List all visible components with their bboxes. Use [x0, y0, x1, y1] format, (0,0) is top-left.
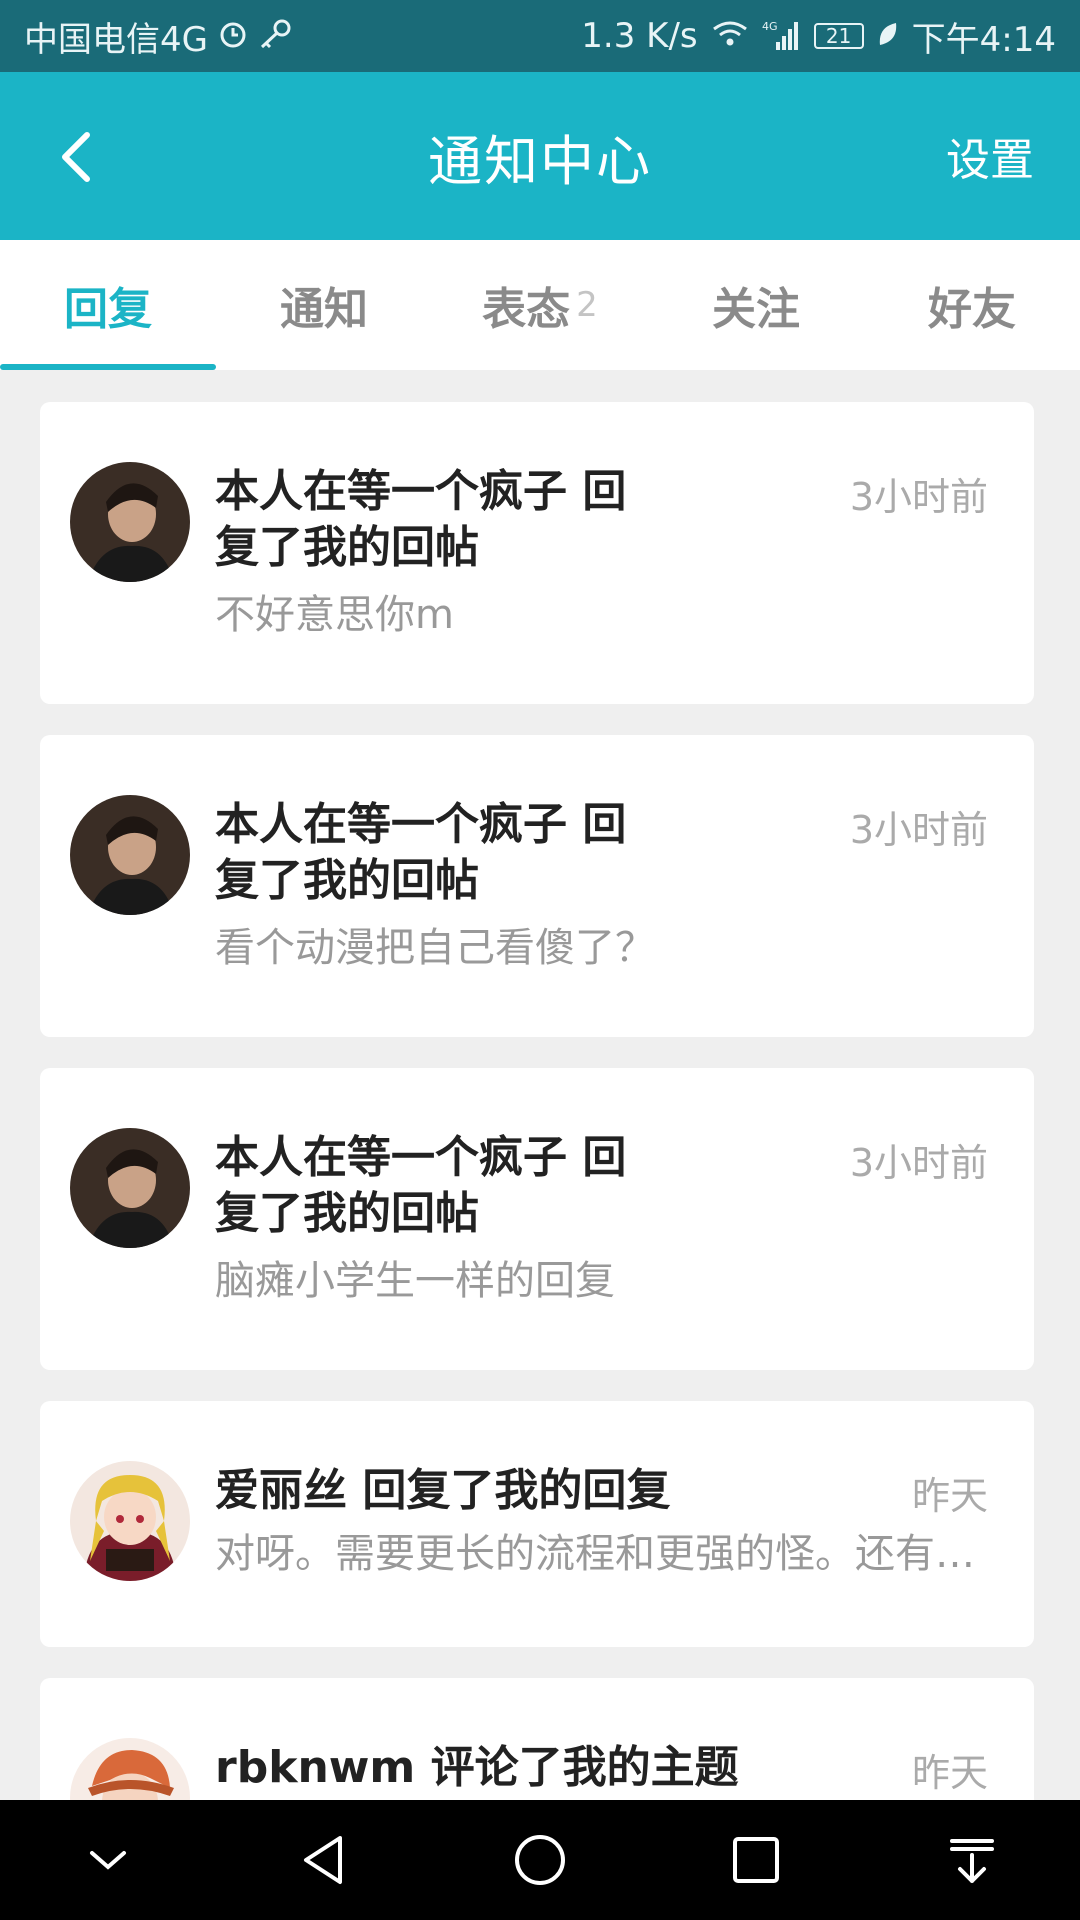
tab-bar: 回复 通知 表态 2 关注 好友 [0, 240, 1080, 370]
notification-title: 本人在等一个疯子 回复了我的回帖 [215, 799, 627, 906]
home-nav-button[interactable] [495, 1815, 585, 1905]
tab-label: 通知 [280, 284, 368, 335]
tab-friends[interactable]: 好友 [864, 240, 1080, 370]
collapse-nav-button[interactable] [63, 1815, 153, 1905]
notification-time: 昨天 [911, 1474, 988, 1518]
notification-shade-button[interactable] [927, 1815, 1017, 1905]
user-avatar[interactable] [70, 1128, 190, 1248]
circle-home-icon [515, 1835, 565, 1885]
back-nav-button[interactable] [279, 1815, 369, 1905]
tab-reactions[interactable]: 表态 2 [432, 240, 648, 370]
system-nav-bar [0, 1800, 1080, 1920]
tab-follows[interactable]: 关注 [648, 240, 864, 370]
alarm-icon [218, 19, 248, 54]
notification-card[interactable]: 本人在等一个疯子 回复了我的回帖 3小时前 不好意思你m [40, 402, 1034, 704]
recents-nav-button[interactable] [711, 1815, 801, 1905]
tab-label: 好友 [928, 284, 1016, 335]
battery-icon: 21 [813, 23, 864, 49]
notification-time: 昨天 [911, 1751, 988, 1795]
network-type: 4G [762, 20, 778, 33]
chevron-down-icon [90, 1851, 126, 1870]
notification-title: 本人在等一个疯子 回复了我的回帖 [215, 466, 627, 573]
notification-card[interactable]: 本人在等一个疯子 回复了我的回帖 3小时前 脑瘫小学生一样的回复 [40, 1068, 1034, 1370]
notification-card[interactable]: 爱丽丝 回复了我的回复 昨天 对呀。需要更长的流程和更强的怪。还有就是... [40, 1401, 1034, 1647]
triangle-back-icon [304, 1836, 342, 1884]
tab-notifications[interactable]: 通知 [216, 240, 432, 370]
tab-label: 关注 [712, 284, 800, 335]
wifi-icon [710, 19, 750, 54]
tab-label: 表态 [482, 284, 571, 335]
notification-title: 本人在等一个疯子 回复了我的回帖 [215, 1132, 627, 1239]
app-bar: 通知中心 设置 [0, 72, 1080, 240]
anime-avatar[interactable] [70, 1461, 190, 1581]
battery-level: 21 [825, 24, 852, 48]
tab-active-indicator [0, 364, 216, 370]
square-recents-icon [733, 1837, 779, 1883]
notification-body: 看个动漫把自己看傻了？ [215, 925, 655, 971]
signal-icon: 4G [762, 18, 802, 55]
notification-time: 3小时前 [849, 475, 988, 519]
notification-title: 爱丽丝 回复了我的回复 [215, 1465, 671, 1516]
notification-body: 对呀。需要更长的流程和更强的怪。还有就是... [215, 1531, 975, 1577]
network-speed: 1.3 K/s [581, 16, 698, 56]
notification-time: 3小时前 [849, 808, 988, 852]
key-icon [258, 19, 292, 54]
pull-down-icon [950, 1839, 994, 1883]
leaf-icon [876, 19, 900, 54]
settings-button[interactable]: 设置 [946, 72, 1034, 240]
tab-replies[interactable]: 回复 [0, 240, 216, 370]
notification-title: rbknwm 评论了我的主题 [215, 1742, 739, 1793]
user-avatar[interactable] [70, 795, 190, 915]
notification-body: 不好意思你m [215, 592, 454, 638]
notification-card[interactable]: 本人在等一个疯子 回复了我的回帖 3小时前 看个动漫把自己看傻了？ [40, 735, 1034, 1037]
notification-time: 3小时前 [849, 1141, 988, 1185]
status-bar: 中国电信4G 1.3 K/s 4G 21 下午4:14 [0, 0, 1080, 72]
page-title: 通知中心 [428, 129, 652, 193]
tab-label: 回复 [64, 284, 152, 335]
carrier-label: 中国电信4G [24, 19, 208, 60]
clock: 下午4:14 [911, 19, 1056, 60]
tab-badge: 2 [576, 285, 598, 325]
notification-body: 脑瘫小学生一样的回复 [215, 1258, 615, 1304]
user-avatar[interactable] [70, 462, 190, 582]
